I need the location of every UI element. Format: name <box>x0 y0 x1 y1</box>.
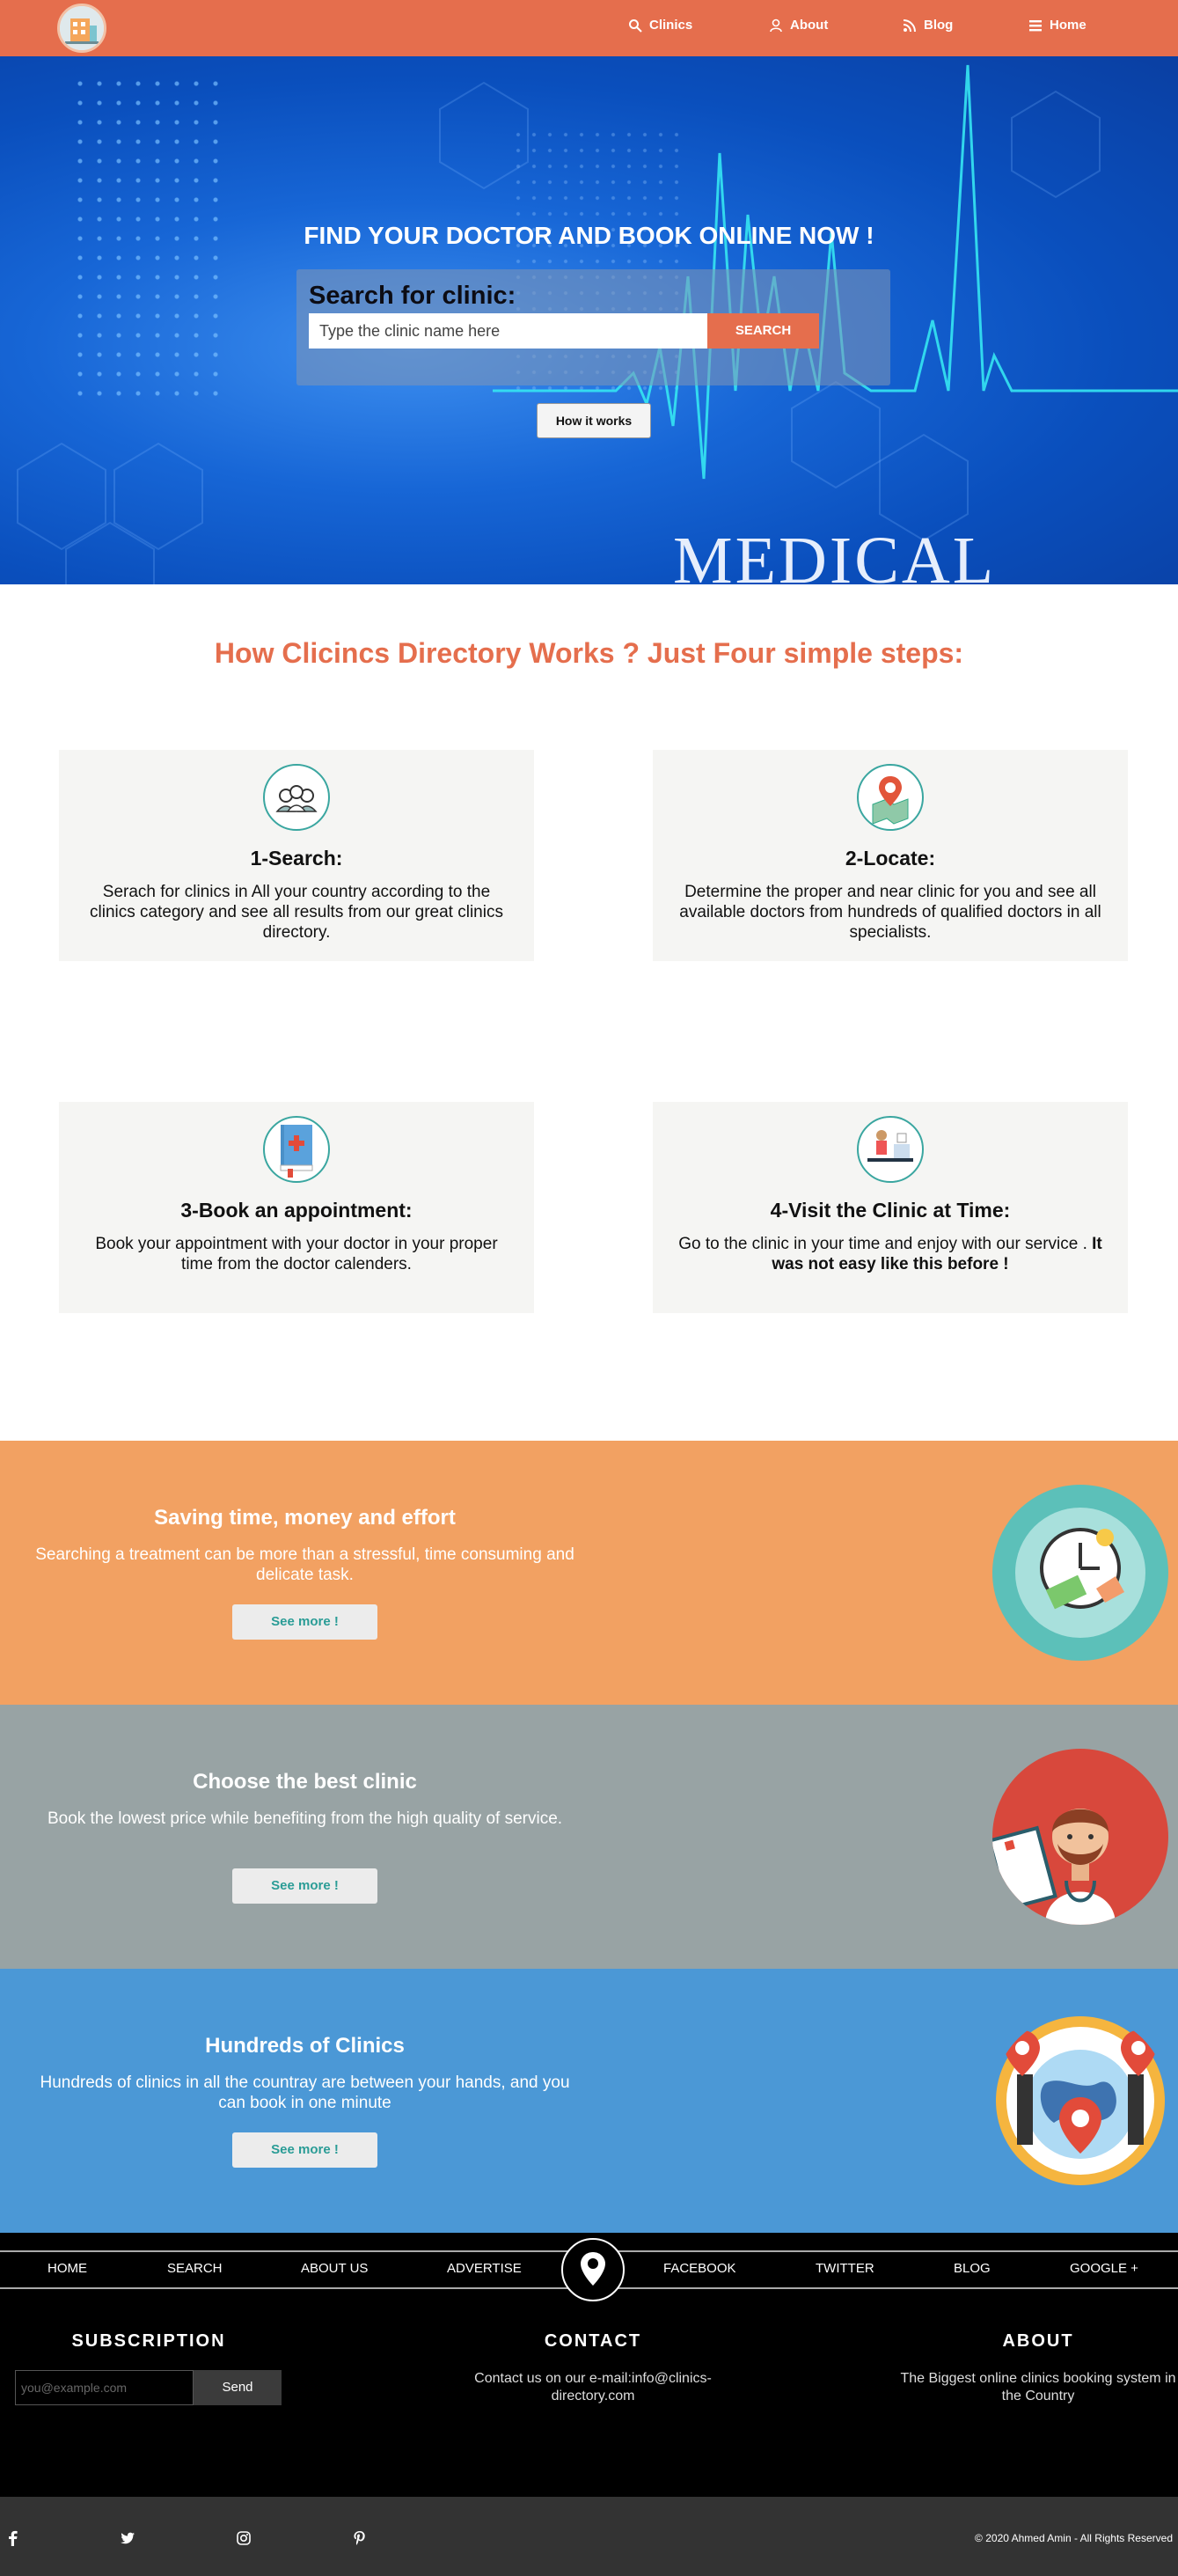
band-title: Saving time, money and effort <box>154 1506 456 1530</box>
band-title: Choose the best clinic <box>193 1770 417 1794</box>
instagram-icon[interactable] <box>236 2530 252 2546</box>
how-it-works-button[interactable]: How it works <box>537 403 651 438</box>
clinic-search-input[interactable] <box>309 313 707 349</box>
doctors-group-icon <box>263 764 330 831</box>
step-card-book: 3-Book an appointment: Book your appoint… <box>59 1102 534 1313</box>
see-more-button[interactable]: See more ! <box>232 1868 377 1904</box>
search-panel: Search for clinic: SEARCH <box>296 269 890 385</box>
step-title: 1-Search: <box>250 847 343 870</box>
world-map-pins-icon <box>992 2013 1168 2189</box>
contact-title: CONTACT <box>544 2331 642 2351</box>
footer: HOME SEARCH ABOUT US ADVERTISE FACEBOOK … <box>0 2233 1178 2497</box>
step-title: 4-Visit the Clinic at Time: <box>770 1199 1011 1222</box>
hero-background-text: MEDICAL <box>673 524 997 584</box>
search-button[interactable]: SEARCH <box>707 313 819 349</box>
step-card-search: 1-Search: Serach for clinics in All your… <box>59 750 534 961</box>
pinterest-icon[interactable] <box>352 2530 368 2546</box>
subscription-title: SUBSCRIPTION <box>71 2331 226 2351</box>
footer-location-badge <box>561 2238 625 2301</box>
step-text: Serach for clinics in All your country a… <box>81 882 512 943</box>
footer-link-search[interactable]: SEARCH <box>167 2261 223 2276</box>
user-icon <box>770 18 782 32</box>
footer-link-facebook[interactable]: FACEBOOK <box>663 2261 736 2276</box>
top-navbar: Clinics About Blog Home <box>0 0 1178 56</box>
step-text: Go to the clinic in your time and enjoy … <box>675 1234 1106 1274</box>
contact-text: Contact us on our e-mail:info@clinics-di… <box>474 2371 712 2404</box>
nav-blog-label: Blog <box>924 18 954 33</box>
bottom-bar: © 2020 Ahmed Amin - All Rights Reserved <box>0 2497 1178 2576</box>
subscription-email-input[interactable] <box>15 2370 194 2405</box>
site-logo[interactable] <box>57 4 106 53</box>
footer-link-blog[interactable]: BLOG <box>954 2261 991 2276</box>
step-text-body: Go to the clinic in your time and enjoy … <box>678 1235 1087 1253</box>
copyright-text: © 2020 Ahmed Amin - All Rights Reserved <box>975 2532 1173 2544</box>
band-hundreds-of-clinics: Hundreds of Clinics Hundreds of clinics … <box>0 1969 1178 2233</box>
rss-icon <box>903 18 916 32</box>
step-card-locate: 2-Locate: Determine the proper and near … <box>653 750 1128 961</box>
about-title: ABOUT <box>1002 2331 1074 2351</box>
clinic-visit-icon <box>857 1116 924 1183</box>
step-text: Determine the proper and near clinic for… <box>675 882 1106 943</box>
step-card-visit: 4-Visit the Clinic at Time: Go to the cl… <box>653 1102 1128 1313</box>
clock-money-icon <box>992 1485 1168 1661</box>
band-text: Book the lowest price while benefiting f… <box>47 1809 563 1828</box>
search-icon <box>629 18 642 33</box>
footer-link-twitter[interactable]: TWITTER <box>816 2261 874 2276</box>
band-saving-time: Saving time, money and effort Searching … <box>0 1441 1178 1705</box>
band-text: Hundreds of clinics in all the countray … <box>40 2073 570 2112</box>
step-text-body: Determine the proper and near clinic for… <box>679 883 1101 942</box>
send-button[interactable]: Send <box>194 2370 282 2405</box>
search-label: Search for clinic: <box>309 282 516 310</box>
medical-book-icon <box>263 1116 330 1183</box>
nav-about-label: About <box>790 18 829 33</box>
step-title: 3-Book an appointment: <box>180 1199 413 1222</box>
doctor-avatar-icon <box>992 1749 1168 1925</box>
nav-home-label: Home <box>1050 18 1087 33</box>
step-text: Book your appointment with your doctor i… <box>81 1234 512 1274</box>
footer-link-home[interactable]: HOME <box>48 2261 87 2276</box>
map-pin-icon <box>857 764 924 831</box>
hero-section: MEDICAL FIND YOUR DOCTOR AND BOOK ONLINE… <box>0 56 1178 584</box>
see-more-button[interactable]: See more ! <box>232 2132 377 2168</box>
clinic-building-icon <box>60 6 104 50</box>
footer-link-google-plus[interactable]: GOOGLE + <box>1070 2261 1138 2276</box>
twitter-icon[interactable] <box>120 2530 135 2546</box>
nav-home[interactable]: Home <box>1028 18 1087 33</box>
steps-section-title: How Clicincs Directory Works ? Just Four… <box>214 637 964 669</box>
nav-clinics[interactable]: Clinics <box>628 18 692 33</box>
band-title: Hundreds of Clinics <box>205 2034 405 2058</box>
band-text: Searching a treatment can be more than a… <box>35 1545 574 1584</box>
see-more-button[interactable]: See more ! <box>232 1604 377 1640</box>
step-text-body: Book your appointment with your doctor i… <box>95 1235 498 1273</box>
footer-link-advertise[interactable]: ADVERTISE <box>447 2261 522 2276</box>
hero-title: FIND YOUR DOCTOR AND BOOK ONLINE NOW ! <box>304 222 874 249</box>
step-title: 2-Locate: <box>845 847 936 870</box>
menu-icon <box>1029 19 1042 31</box>
location-pin-icon <box>581 2252 605 2286</box>
nav-blog[interactable]: Blog <box>903 18 953 33</box>
footer-link-about-us[interactable]: ABOUT US <box>301 2261 368 2276</box>
facebook-icon[interactable] <box>5 2530 21 2546</box>
step-text-body: Serach for clinics in All your country a… <box>90 883 503 942</box>
nav-clinics-label: Clinics <box>649 18 693 33</box>
about-text: The Biggest online clinics booking syste… <box>900 2371 1176 2404</box>
band-best-clinic: Choose the best clinic Book the lowest p… <box>0 1705 1178 1969</box>
nav-about[interactable]: About <box>769 18 828 33</box>
